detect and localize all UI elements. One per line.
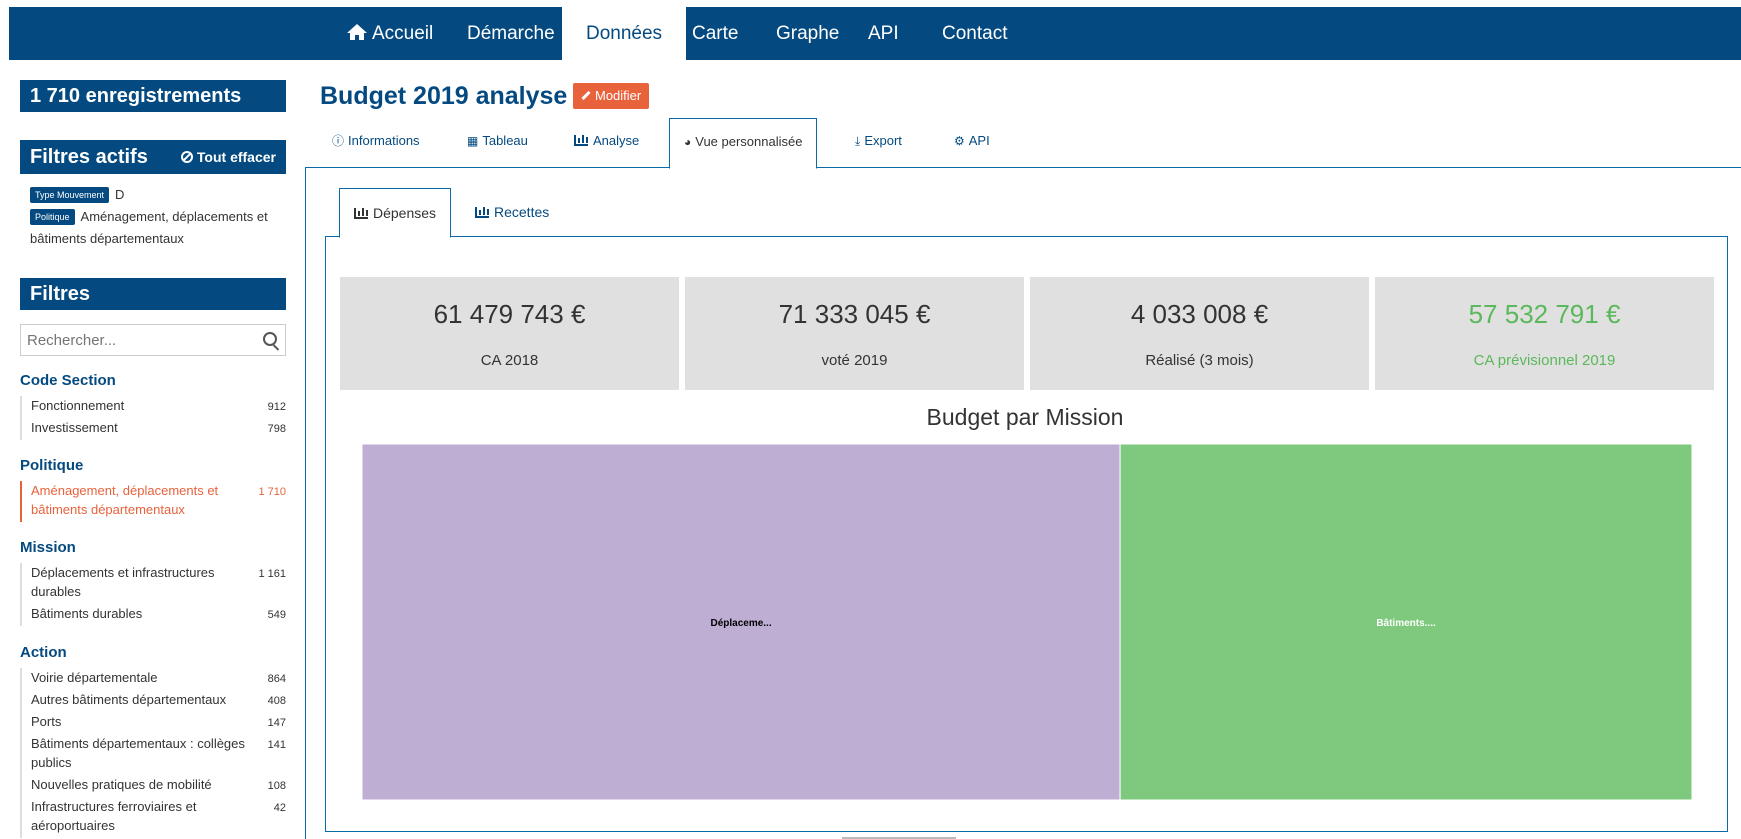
facet-item-selected[interactable]: Aménagement, déplacements et bâtiments d… <box>22 481 288 519</box>
facet-list-mission: Déplacements et infrastructures durables… <box>20 563 288 626</box>
download-icon: ⤓ <box>855 134 861 148</box>
facet-item[interactable]: Infrastructures ferroviaires et aéroport… <box>22 797 288 835</box>
tab-vue-personnalisee[interactable]: ◕ Vue personnalisée <box>669 118 818 169</box>
stat-card-vote-2019: 71 333 045 € voté 2019 <box>685 277 1024 390</box>
tab-tableau[interactable]: ▦ Tableau <box>467 118 528 168</box>
page-title: Budget 2019 analyse <box>320 82 568 110</box>
filters-title: Filtres <box>20 278 286 310</box>
info-icon: ⓘ <box>332 134 345 148</box>
facet-title-mission: Mission <box>20 539 76 556</box>
treemap-label-0: Déplaceme... <box>710 618 771 629</box>
stat-card-ca-previsionnel: 57 532 791 € CA prévisionnel 2019 <box>1375 277 1714 390</box>
active-filters-title: Filtres actifs <box>30 146 148 168</box>
stat-label: Réalisé (3 mois) <box>1145 352 1254 369</box>
facet-count: 141 <box>267 739 286 751</box>
facet-item[interactable]: Fonctionnement 912 <box>22 396 288 415</box>
table-icon: ▦ <box>467 134 479 148</box>
facet-count: 147 <box>267 717 286 729</box>
nav-api[interactable]: API <box>868 7 899 60</box>
filter-tag: Type Mouvement <box>30 187 110 203</box>
home-icon <box>347 24 367 40</box>
facet-count: 798 <box>267 423 286 435</box>
facet-count: 42 <box>273 802 286 814</box>
facet-count: 912 <box>267 401 286 413</box>
filter-tag: Politique <box>30 209 75 225</box>
bar-chart-icon <box>354 208 368 219</box>
active-filter-politique[interactable]: Politique Aménagement, déplacements et bâ… <box>30 206 280 250</box>
facet-item[interactable]: Déplacements et infrastructures durables… <box>22 563 288 601</box>
facet-count: 549 <box>267 609 286 621</box>
facet-item[interactable]: Ports 147 <box>22 712 288 731</box>
facet-count: 108 <box>267 780 286 792</box>
dashboard-icon: ◕ <box>684 135 692 149</box>
search-icon[interactable] <box>263 332 277 346</box>
facet-count: 408 <box>267 695 286 707</box>
chart-title: Budget par Mission <box>926 404 1124 430</box>
treemap-chart: Déplaceme... Bâtiments.... <box>362 444 1692 800</box>
modify-button[interactable]: Modifier <box>573 83 650 109</box>
facet-item[interactable]: Nouvelles pratiques de mobilité 108 <box>22 775 288 794</box>
facet-title-action: Action <box>20 644 67 661</box>
stat-value: 57 532 791 € <box>1468 299 1621 329</box>
facet-item[interactable]: Bâtiments durables 549 <box>22 604 288 623</box>
stat-card-realise: 4 033 008 € Réalisé (3 mois) <box>1030 277 1369 390</box>
search-input[interactable] <box>21 325 241 355</box>
facet-title-politique: Politique <box>20 457 84 474</box>
facet-count: 864 <box>267 673 286 685</box>
tab-api[interactable]: ⚙ API <box>954 118 990 168</box>
stat-label: voté 2019 <box>821 352 888 369</box>
facet-list-action: Voirie départementale 864 Autres bâtiment… <box>20 668 288 838</box>
facet-count: 1 710 <box>258 486 286 498</box>
bar-chart-icon <box>574 135 588 146</box>
facet-count: 1 161 <box>258 568 286 580</box>
nav-donnees[interactable]: Données <box>562 7 687 60</box>
facet-item[interactable]: Voirie départementale 864 <box>22 668 288 687</box>
tab-export[interactable]: ⤓ Export <box>855 118 902 168</box>
subtab-recettes[interactable]: Recettes <box>475 188 549 237</box>
facet-item[interactable]: Autres bâtiments départementaux 408 <box>22 690 288 709</box>
stat-card-ca-2018: 61 479 743 € CA 2018 <box>340 277 679 390</box>
tab-informations[interactable]: ⓘ Informations <box>332 118 420 168</box>
filter-search <box>20 324 286 356</box>
cogs-icon: ⚙ <box>954 134 965 148</box>
nav-carte[interactable]: Carte <box>692 7 738 60</box>
record-count: 1 710 enregistrements <box>20 80 286 112</box>
top-navbar: Accueil Démarche Données Carte Graphe AP… <box>9 7 1741 60</box>
filter-value: D <box>115 187 125 202</box>
facet-item[interactable]: Investissement 798 <box>22 418 288 437</box>
facet-title-code-section: Code Section <box>20 372 116 389</box>
ban-icon <box>180 151 193 163</box>
facet-item[interactable]: Bâtiments départementaux : collèges publ… <box>22 734 288 772</box>
nav-contact[interactable]: Contact <box>942 7 1007 60</box>
subtab-depenses[interactable]: Dépenses <box>339 188 452 238</box>
stat-value: 61 479 743 € <box>433 299 586 329</box>
tab-analyse[interactable]: Analyse <box>574 118 639 168</box>
active-filter-type-mouvement[interactable]: Type Mouvement D <box>30 184 280 206</box>
main-tabs: ⓘ Informations ▦ Tableau Analyse ◕ Vue pers… <box>305 118 1741 169</box>
bar-chart-icon <box>475 207 489 218</box>
stat-value: 4 033 008 € <box>1130 299 1269 329</box>
nav-accueil[interactable]: Accueil <box>346 7 433 60</box>
stat-value: 71 333 045 € <box>778 299 931 329</box>
pencil-icon <box>581 90 591 101</box>
facet-list-code-section: Fonctionnement 912 Investissement 798 <box>20 396 288 440</box>
treemap-label-1: Bâtiments.... <box>1376 618 1436 629</box>
nav-graphe[interactable]: Graphe <box>776 7 839 60</box>
nav-demarche[interactable]: Démarche <box>467 7 555 60</box>
facet-list-politique: Aménagement, déplacements et bâtiments d… <box>20 481 288 522</box>
stat-label: CA prévisionnel 2019 <box>1473 352 1616 369</box>
active-filters-header: Filtres actifs Tout effacer <box>20 140 286 174</box>
clear-all-button[interactable]: Tout effacer <box>180 140 276 174</box>
stat-label: CA 2018 <box>480 352 539 369</box>
